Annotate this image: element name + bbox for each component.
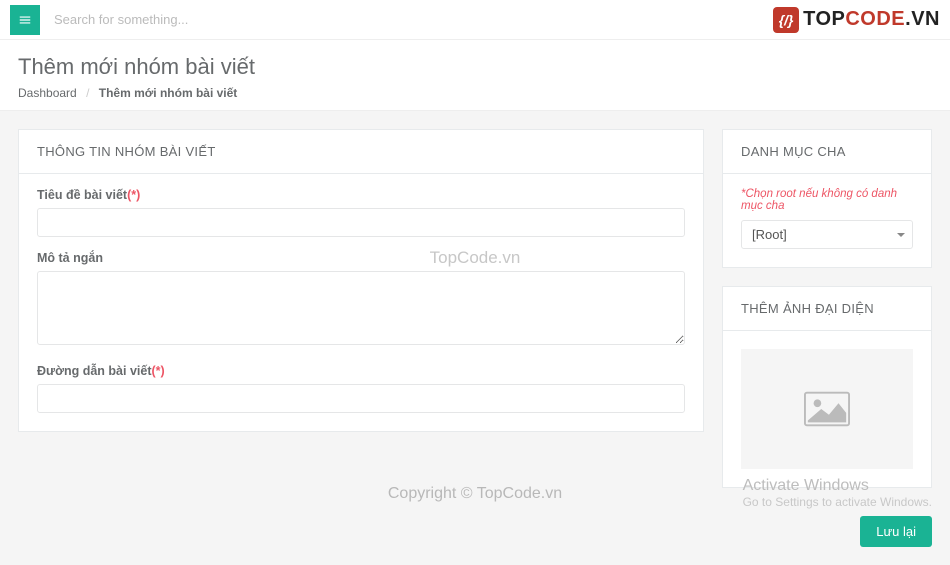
content-area: THÔNG TIN NHÓM BÀI VIẾT Tiêu đề bài viết… bbox=[0, 111, 950, 565]
desc-group: Mô tả ngắn bbox=[37, 251, 685, 350]
url-group: Đường dẫn bài viết(*) bbox=[37, 364, 685, 413]
page-title: Thêm mới nhóm bài viết bbox=[18, 54, 932, 80]
image-upload-area[interactable] bbox=[741, 349, 913, 469]
search-input[interactable] bbox=[54, 12, 354, 27]
breadcrumb-sep: / bbox=[86, 86, 89, 100]
image-heading: THÊM ẢNH ĐẠI DIỆN bbox=[723, 287, 931, 331]
chevron-down-icon bbox=[897, 233, 905, 237]
breadcrumb-current: Thêm mới nhóm bài viết bbox=[99, 86, 238, 100]
logo-text: TOPCODE.VN bbox=[803, 8, 940, 31]
title-label: Tiêu đề bài viết(*) bbox=[37, 188, 685, 202]
parent-select-value: [Root] bbox=[741, 220, 913, 249]
required-mark: (*) bbox=[127, 188, 140, 202]
image-placeholder-icon bbox=[804, 391, 850, 427]
image-body bbox=[723, 331, 931, 487]
breadcrumb: Dashboard / Thêm mới nhóm bài viết bbox=[18, 86, 932, 100]
parent-heading: DANH MỤC CHA bbox=[723, 130, 931, 174]
main-info-panel: THÔNG TIN NHÓM BÀI VIẾT Tiêu đề bài viết… bbox=[18, 129, 704, 432]
parent-hint: *Chọn root nếu không có danh mục cha bbox=[741, 188, 913, 212]
url-input[interactable] bbox=[37, 384, 685, 413]
hamburger-icon bbox=[18, 13, 32, 27]
page-header: Thêm mới nhóm bài viết Dashboard / Thêm … bbox=[0, 40, 950, 111]
topbar: {/} TOPCODE.VN bbox=[0, 0, 950, 40]
logo-vn: .VN bbox=[905, 8, 940, 31]
image-panel: THÊM ẢNH ĐẠI DIỆN bbox=[722, 286, 932, 488]
desc-textarea[interactable] bbox=[37, 271, 685, 345]
menu-toggle-button[interactable] bbox=[10, 5, 40, 35]
main-info-heading: THÔNG TIN NHÓM BÀI VIẾT bbox=[19, 130, 703, 174]
parent-select[interactable]: [Root] bbox=[741, 220, 913, 249]
right-column: DANH MỤC CHA *Chọn root nếu không có dan… bbox=[722, 129, 932, 547]
required-mark: (*) bbox=[151, 364, 164, 378]
logo: {/} TOPCODE.VN bbox=[773, 7, 940, 33]
title-input[interactable] bbox=[37, 208, 685, 237]
title-group: Tiêu đề bài viết(*) bbox=[37, 188, 685, 237]
desc-label: Mô tả ngắn bbox=[37, 251, 685, 265]
breadcrumb-home[interactable]: Dashboard bbox=[18, 86, 77, 100]
save-button[interactable]: Lưu lại bbox=[860, 516, 932, 547]
logo-code: CODE bbox=[845, 8, 905, 31]
url-label: Đường dẫn bài viết(*) bbox=[37, 364, 685, 378]
main-info-body: Tiêu đề bài viết(*) Mô tả ngắn Đường dẫn… bbox=[19, 174, 703, 431]
logo-icon: {/} bbox=[773, 7, 799, 33]
parent-category-panel: DANH MỤC CHA *Chọn root nếu không có dan… bbox=[722, 129, 932, 268]
left-column: THÔNG TIN NHÓM BÀI VIẾT Tiêu đề bài viết… bbox=[18, 129, 704, 547]
parent-body: *Chọn root nếu không có danh mục cha [Ro… bbox=[723, 174, 931, 267]
logo-top: TOP bbox=[803, 8, 845, 31]
